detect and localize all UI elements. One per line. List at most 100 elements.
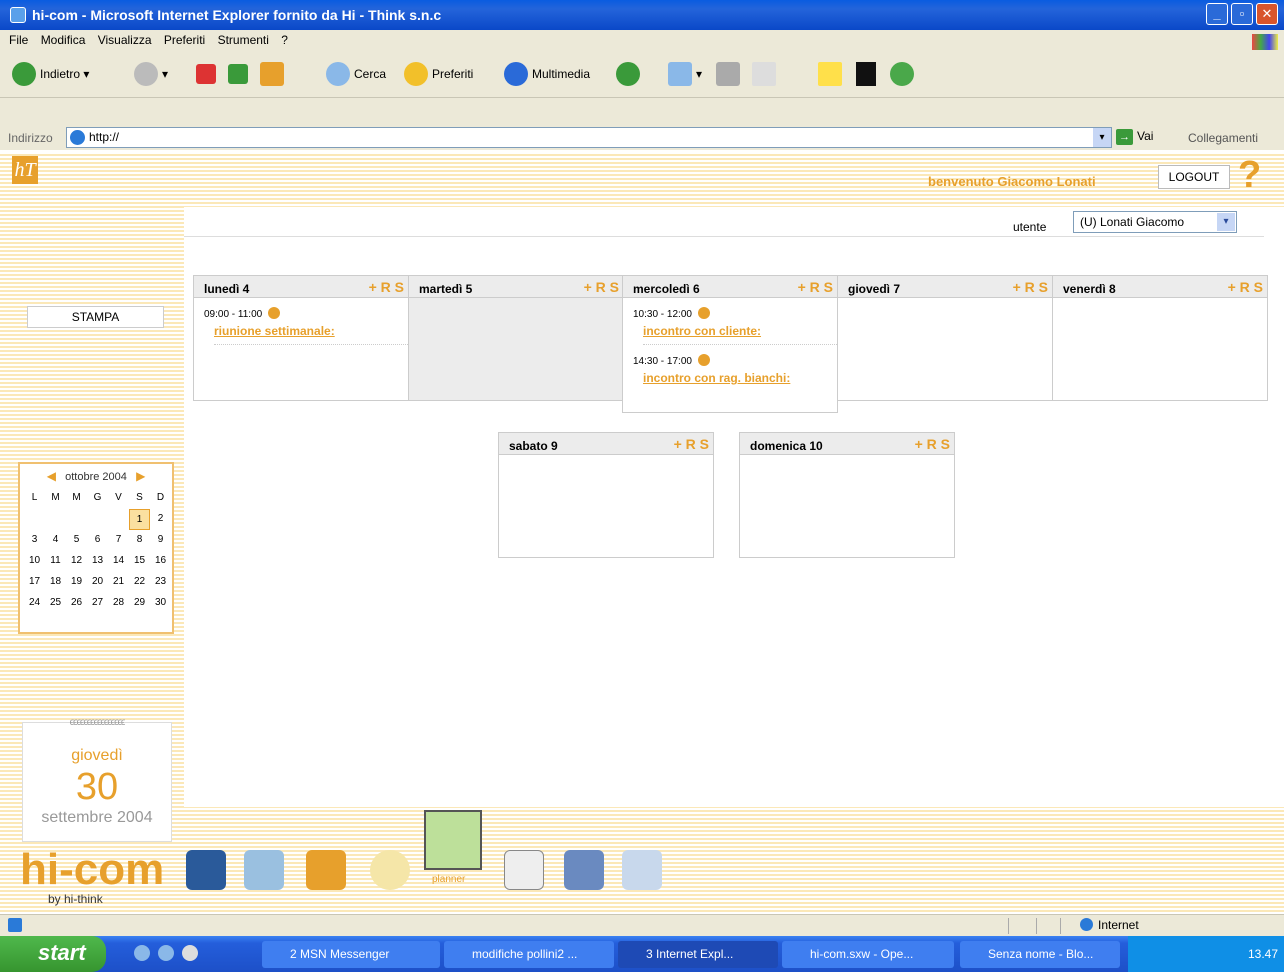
calendar-day[interactable]: 9 [150, 530, 171, 551]
search-button[interactable]: Cerca [326, 60, 386, 88]
day-actions[interactable]: + R S [584, 279, 619, 295]
planner-calendar-icon[interactable] [424, 810, 482, 870]
calendar-day[interactable]: 30 [150, 593, 171, 614]
quicklaunch-ie-icon[interactable] [134, 945, 150, 961]
print-button[interactable] [716, 60, 744, 88]
minimize-button[interactable]: _ [1206, 3, 1228, 25]
calendar-day[interactable]: 7 [108, 530, 129, 551]
chevron-down-icon[interactable]: ▾ [1217, 213, 1235, 231]
globe-icon [1080, 918, 1093, 931]
next-month-icon[interactable]: ▶ [136, 469, 145, 483]
h-button[interactable] [856, 60, 880, 88]
calendar-day[interactable]: 18 [45, 572, 66, 593]
day-actions[interactable]: + R S [1013, 279, 1048, 295]
calendar-day[interactable]: 6 [87, 530, 108, 551]
user-select[interactable]: (U) Lonati Giacomo ▾ [1073, 211, 1237, 233]
links-button[interactable]: Collegamenti [1188, 131, 1258, 145]
calendar-day[interactable]: 2 [150, 509, 171, 530]
day-card-saturday: sabato 9 + R S [498, 432, 714, 558]
calendar-day[interactable]: 26 [66, 593, 87, 614]
day-actions[interactable]: + R S [798, 279, 833, 295]
calendar-day[interactable]: 24 [24, 593, 45, 614]
history-button[interactable] [616, 60, 644, 88]
calendar-day[interactable]: 12 [66, 551, 87, 572]
taskbar-item-modifiche[interactable]: modifiche pollini2 ... [444, 941, 614, 968]
stop-button[interactable] [196, 60, 220, 88]
go-label: Vai [1137, 129, 1154, 143]
calendar-day[interactable]: 17 [24, 572, 45, 593]
taskbar-item-internet-explorer[interactable]: 3 Internet Expl... [618, 941, 778, 968]
clock-icon[interactable] [370, 850, 410, 890]
calendar-day[interactable]: 19 [66, 572, 87, 593]
notepad-icon[interactable] [306, 850, 346, 890]
weekday: G [93, 492, 102, 503]
address-input[interactable]: http:// ▾ [66, 127, 1112, 148]
calendar-day[interactable]: 10 [24, 551, 45, 572]
calendar-day[interactable]: 28 [108, 593, 129, 614]
day-actions[interactable]: + R S [369, 279, 404, 295]
address-dropdown-icon[interactable]: ▾ [1093, 128, 1111, 147]
menu-view[interactable]: Visualizza [98, 33, 152, 47]
day-actions[interactable]: + R S [674, 436, 709, 452]
calendar-day[interactable]: 25 [45, 593, 66, 614]
close-button[interactable]: ✕ [1256, 3, 1278, 25]
maximize-button[interactable]: ▫ [1231, 3, 1253, 25]
help-icon[interactable]: ? [1238, 156, 1261, 194]
day-actions[interactable]: + R S [915, 436, 950, 452]
mail-button[interactable]: ▾ [668, 60, 702, 88]
calendar-day[interactable]: 14 [108, 551, 129, 572]
calendar-day[interactable]: 23 [150, 572, 171, 593]
media-button[interactable]: Multimedia [504, 60, 590, 88]
calendar-day[interactable]: 20 [87, 572, 108, 593]
calendar-day[interactable]: 27 [87, 593, 108, 614]
day-actions[interactable]: + R S [1228, 279, 1263, 295]
start-button[interactable]: start [0, 936, 106, 972]
calendar-day[interactable]: 21 [108, 572, 129, 593]
prev-month-icon[interactable]: ◀ [47, 469, 56, 483]
announcement-icon[interactable] [504, 850, 544, 890]
edit-button[interactable] [752, 60, 780, 88]
calendar-week: 12 [20, 509, 172, 530]
calendar-day[interactable]: 11 [45, 551, 66, 572]
go-button[interactable]: → Vai [1116, 129, 1153, 145]
forward-button[interactable]: ▾ [134, 60, 168, 88]
taskbar-item-notepad[interactable]: Senza nome - Blo... [960, 941, 1120, 968]
calendar-day[interactable]: 16 [150, 551, 171, 572]
planner-label[interactable]: planner [432, 874, 465, 885]
notes-button[interactable] [818, 60, 846, 88]
quicklaunch-mail-icon[interactable] [182, 945, 198, 961]
mobile-phone-icon[interactable] [564, 850, 604, 890]
event-link[interactable]: incontro con cliente: [643, 324, 837, 345]
calendar-day[interactable]: 1 [129, 509, 150, 530]
calendar-day[interactable]: 13 [87, 551, 108, 572]
menu-help[interactable]: ? [281, 33, 288, 47]
calendar-day[interactable]: 3 [24, 530, 45, 551]
event-link[interactable]: incontro con rag. bianchi: [643, 371, 837, 391]
favorites-button[interactable]: Preferiti [404, 60, 473, 88]
back-button[interactable]: Indietro ▾ [12, 60, 89, 88]
taskbar-item-hicom-sxw[interactable]: hi-com.sxw - Ope... [782, 941, 954, 968]
calendar-day[interactable]: 15 [129, 551, 150, 572]
calendar-day[interactable]: 29 [129, 593, 150, 614]
quicklaunch-ie2-icon[interactable] [158, 945, 174, 961]
calendar-day[interactable]: 8 [129, 530, 150, 551]
logout-button[interactable]: LOGOUT [1158, 165, 1230, 189]
messenger-button[interactable] [890, 60, 918, 88]
user-filter-bar: utente (U) Lonati Giacomo ▾ [184, 207, 1264, 237]
calendar-day[interactable]: 5 [66, 530, 87, 551]
print-button-stampa[interactable]: STAMPA [27, 306, 164, 328]
event-link[interactable]: riunione settimanale: [214, 324, 408, 345]
calendar-day[interactable]: 22 [129, 572, 150, 593]
menu-file[interactable]: File [9, 33, 28, 47]
menu-tools[interactable]: Strumenti [218, 33, 269, 47]
contacts-icon[interactable] [186, 850, 226, 890]
calendar-day[interactable]: 4 [45, 530, 66, 551]
menu-favorites[interactable]: Preferiti [164, 33, 205, 47]
fax-icon[interactable] [622, 850, 662, 890]
day-header: venerdì 8 + R S [1053, 276, 1267, 298]
taskbar-item-messenger[interactable]: 2 MSN Messenger [262, 941, 440, 968]
refresh-button[interactable] [228, 60, 252, 88]
menu-edit[interactable]: Modifica [41, 33, 86, 47]
documents-icon[interactable] [244, 850, 284, 890]
home-button[interactable] [260, 60, 288, 88]
